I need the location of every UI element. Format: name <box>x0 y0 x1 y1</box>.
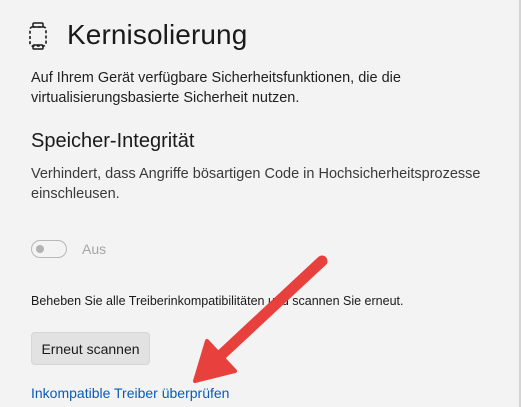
memory-integrity-title: Speicher-Integrität <box>31 130 195 152</box>
toggle-knob <box>36 245 44 253</box>
page-description: Auf Ihrem Gerät verfügbare Sicherheitsfu… <box>31 70 401 106</box>
chip-dashed-icon <box>26 22 50 50</box>
memory-integrity-toggle[interactable] <box>31 240 67 258</box>
memory-integrity-description: Verhindert, dass Angriffe bösartigen Cod… <box>31 166 481 202</box>
driver-instruction-text: Beheben Sie alle Treiberinkompatibilität… <box>31 294 404 308</box>
page-title: Kernisolierung <box>67 19 248 50</box>
review-incompatible-drivers-link[interactable]: Inkompatible Treiber überprüfen <box>31 385 229 401</box>
rescan-button[interactable]: Erneut scannen <box>31 332 150 365</box>
arrow-shape <box>193 255 328 383</box>
memory-integrity-toggle-row: Aus <box>31 238 106 260</box>
toggle-state-label: Aus <box>82 241 107 257</box>
